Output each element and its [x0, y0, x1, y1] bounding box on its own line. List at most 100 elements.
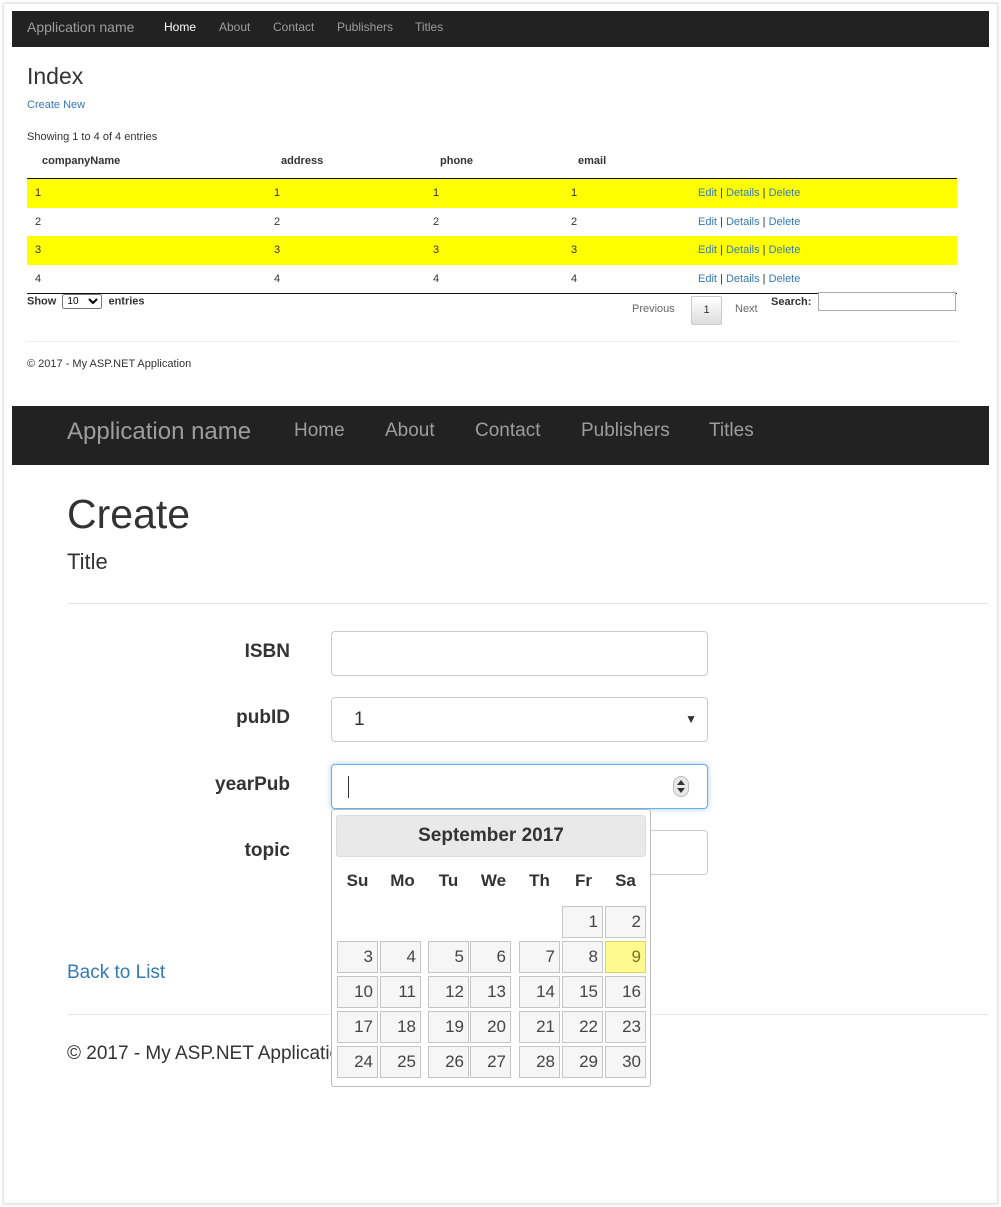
pager-page-button[interactable]: 1 — [691, 296, 722, 325]
delete-link[interactable]: Delete — [769, 187, 801, 199]
datepicker-day[interactable]: 29 — [562, 1046, 603, 1078]
number-spinner-icon[interactable] — [673, 776, 689, 797]
action-separator: | — [720, 272, 723, 285]
datepicker-day[interactable]: 13 — [470, 976, 511, 1008]
action-separator: | — [762, 244, 766, 256]
edit-link[interactable]: Edit — [698, 244, 717, 256]
top-nav-titles[interactable]: Titles — [415, 20, 443, 34]
datepicker-day[interactable]: 7 — [519, 941, 560, 973]
action-separator: | — [720, 215, 723, 228]
datepicker-day[interactable]: 6 — [470, 941, 511, 973]
edit-link[interactable]: Edit — [698, 273, 717, 285]
datepicker-day[interactable]: 5 — [428, 941, 469, 973]
column-header-email[interactable]: email — [578, 155, 606, 167]
cell-companyname: 1 — [35, 187, 42, 199]
cell-companyname: 2 — [35, 215, 42, 228]
datepicker-day[interactable]: 19 — [428, 1011, 469, 1043]
index-page-title: Index — [27, 63, 84, 89]
bottom-nav-about[interactable]: About — [385, 420, 435, 442]
datepicker-day[interactable]: 4 — [380, 941, 421, 973]
datepicker-day[interactable]: 2 — [605, 906, 646, 938]
delete-link[interactable]: Delete — [769, 273, 801, 285]
datepicker-month-title: September 2017 — [336, 815, 646, 857]
bottom-brand-link[interactable]: Application name — [67, 418, 251, 446]
datepicker-day[interactable]: 11 — [380, 976, 421, 1008]
top-nav-contact[interactable]: Contact — [273, 20, 314, 34]
bottom-nav-titles[interactable]: Titles — [709, 420, 754, 442]
spin-down-icon[interactable] — [677, 788, 685, 793]
datepicker-day[interactable]: 24 — [337, 1046, 378, 1078]
yearpub-input[interactable] — [331, 764, 708, 809]
datepicker-day[interactable]: 22 — [562, 1011, 603, 1043]
search-input[interactable] — [818, 292, 956, 311]
edit-link[interactable]: Edit — [698, 187, 717, 199]
details-link[interactable]: Details — [726, 187, 760, 199]
top-brand-link[interactable]: Application name — [27, 19, 134, 35]
datepicker-popup: September 2017 Su Mo Tu We Th Fr Sa 1234… — [331, 809, 651, 1087]
page-length-control: Show 10 entries — [27, 294, 145, 309]
datepicker-day[interactable]: 28 — [519, 1046, 560, 1078]
table-row: 2 2 2 2 Edit | Details | Delete — [27, 208, 957, 237]
datepicker-day[interactable]: 14 — [519, 976, 560, 1008]
datepicker-day[interactable]: 17 — [337, 1011, 378, 1043]
topic-label: topic — [244, 840, 290, 861]
row-actions: Edit | Details | Delete — [698, 216, 800, 228]
page-length-select[interactable]: 10 — [62, 294, 103, 309]
datepicker-day[interactable]: 1 — [562, 906, 603, 938]
pubid-label: pubID — [236, 707, 290, 728]
column-header-companyname[interactable]: companyName — [42, 155, 120, 167]
row-actions: Edit | Details | Delete — [698, 244, 800, 256]
pager-next-button[interactable]: Next — [735, 303, 758, 315]
datepicker-day[interactable]: 23 — [605, 1011, 646, 1043]
cell-phone: 3 — [433, 244, 440, 256]
details-link[interactable]: Details — [726, 216, 760, 228]
datepicker-day-today[interactable]: 9 — [605, 941, 646, 973]
datepicker-day[interactable]: 26 — [428, 1046, 469, 1078]
search-label: Search: — [771, 296, 812, 308]
row-actions: Edit | Details | Delete — [698, 273, 800, 285]
create-new-link[interactable]: Create New — [27, 99, 85, 111]
datepicker-day[interactable]: 27 — [470, 1046, 511, 1078]
weekday-header: Tu — [438, 871, 459, 890]
cell-phone: 1 — [433, 187, 440, 199]
datepicker-day[interactable]: 20 — [470, 1011, 511, 1043]
edit-link[interactable]: Edit — [698, 216, 717, 228]
bottom-nav-contact[interactable]: Contact — [475, 420, 540, 442]
datepicker-day[interactable]: 12 — [428, 976, 469, 1008]
show-label: Show — [27, 295, 57, 308]
action-separator: | — [720, 187, 723, 199]
bottom-nav-publishers[interactable]: Publishers — [581, 420, 670, 442]
delete-link[interactable]: Delete — [769, 244, 801, 256]
bottom-nav-home[interactable]: Home — [294, 420, 345, 442]
datepicker-day[interactable]: 30 — [605, 1046, 646, 1078]
spin-up-icon[interactable] — [677, 780, 685, 785]
datepicker-day[interactable]: 16 — [605, 976, 646, 1008]
top-nav-about[interactable]: About — [219, 20, 250, 34]
details-link[interactable]: Details — [726, 244, 760, 256]
details-link[interactable]: Details — [726, 273, 760, 285]
datepicker-day[interactable]: 3 — [337, 941, 378, 973]
datepicker-day[interactable]: 15 — [562, 976, 603, 1008]
top-nav-home[interactable]: Home — [164, 20, 196, 34]
datepicker-day[interactable]: 25 — [380, 1046, 421, 1078]
delete-link[interactable]: Delete — [769, 216, 801, 228]
back-to-list-link[interactable]: Back to List — [67, 962, 165, 984]
datepicker-day[interactable]: 18 — [380, 1011, 421, 1043]
pubid-select[interactable]: 1 ▼ — [331, 697, 708, 742]
column-header-phone[interactable]: phone — [440, 155, 473, 167]
cell-phone: 2 — [433, 215, 440, 228]
caret-down-icon: ▼ — [685, 712, 697, 726]
top-footer: © 2017 - My ASP.NET Application — [27, 358, 192, 370]
datepicker-day[interactable]: 10 — [337, 976, 378, 1008]
datepicker-day[interactable]: 8 — [562, 941, 603, 973]
top-nav-publishers[interactable]: Publishers — [337, 20, 393, 34]
table-info: Showing 1 to 4 of 4 entries — [27, 131, 158, 143]
pager-previous-button[interactable]: Previous — [632, 303, 675, 315]
column-header-address[interactable]: address — [281, 155, 323, 167]
datepicker-day[interactable]: 21 — [519, 1011, 560, 1043]
table-row: 1 1 1 1 Edit | Details | Delete — [27, 179, 957, 208]
isbn-input[interactable] — [331, 631, 708, 676]
divider — [67, 603, 989, 604]
pubid-selected-value: 1 — [354, 709, 365, 730]
cell-companyname: 3 — [35, 244, 42, 256]
